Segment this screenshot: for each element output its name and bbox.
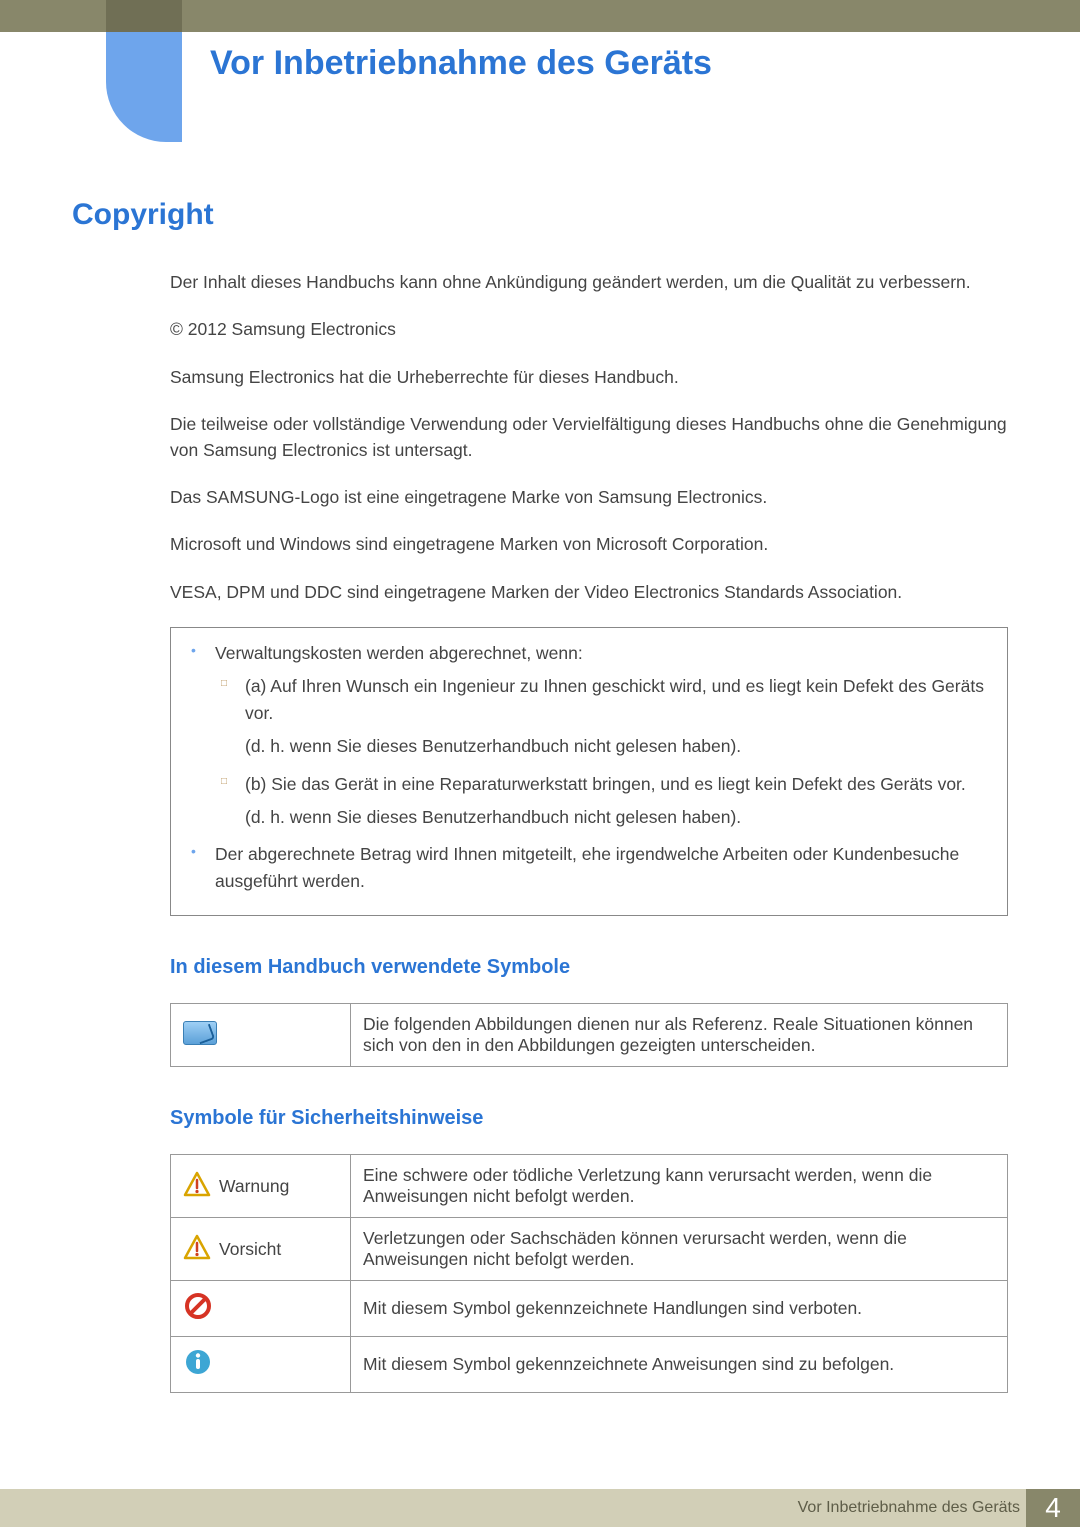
warning-triangle-icon	[183, 1171, 211, 1202]
table-row: Mit diesem Symbol gekennzeichnete Handlu…	[171, 1281, 1008, 1337]
page-number: 4	[1026, 1489, 1080, 1527]
symbol-cell: Warnung	[171, 1155, 351, 1218]
list-item-text: Verwaltungskosten werden abgerechnet, we…	[215, 643, 583, 663]
subsection-safety-symbols: Symbole für Sicherheitshinweise	[170, 1107, 1008, 1130]
symbol-description: Mit diesem Symbol gekennzeichnete Handlu…	[351, 1281, 1008, 1337]
paragraph: Microsoft und Windows sind eingetragene …	[170, 532, 1008, 557]
paragraph: © 2012 Samsung Electronics	[170, 317, 1008, 342]
list-item: (b) Sie das Gerät in eine Reparaturwerks…	[215, 771, 993, 831]
table-row: Mit diesem Symbol gekennzeichnete Anweis…	[171, 1337, 1008, 1393]
info-follow-icon	[183, 1347, 213, 1382]
symbol-description: Eine schwere oder tödliche Verletzung ka…	[351, 1155, 1008, 1218]
symbol-description: Die folgenden Abbildungen dienen nur als…	[351, 1004, 1008, 1067]
list-item-extra: (d. h. wenn Sie dieses Benutzerhandbuch …	[245, 733, 993, 760]
safety-symbols-table: Warnung Eine schwere oder tödliche Verle…	[170, 1154, 1008, 1393]
warning-label: Warnung	[219, 1176, 289, 1197]
symbol-description: Mit diesem Symbol gekennzeichnete Anweis…	[351, 1337, 1008, 1393]
symbol-cell	[171, 1004, 351, 1067]
list-item-text: (b) Sie das Gerät in eine Reparaturwerks…	[245, 774, 966, 794]
prohibit-icon	[183, 1291, 213, 1326]
paragraph: Samsung Electronics hat die Urheberrecht…	[170, 365, 1008, 390]
paragraph: Die teilweise oder vollständige Verwendu…	[170, 412, 1008, 463]
section-title-copyright: Copyright	[72, 198, 214, 232]
subsection-symbols-used: In diesem Handbuch verwendete Symbole	[170, 956, 1008, 979]
list-item-text: Der abgerechnete Betrag wird Ihnen mitge…	[215, 844, 959, 891]
caution-label: Vorsicht	[219, 1239, 281, 1260]
paragraph: VESA, DPM und DDC sind eingetragene Mark…	[170, 580, 1008, 605]
table-row: Vorsicht Verletzungen oder Sachschäden k…	[171, 1218, 1008, 1281]
list-item-extra: (d. h. wenn Sie dieses Benutzerhandbuch …	[245, 804, 993, 831]
list-item: (a) Auf Ihren Wunsch ein Ingenieur zu Ih…	[215, 673, 993, 760]
list-item: Der abgerechnete Betrag wird Ihnen mitge…	[185, 841, 993, 895]
paragraph: Der Inhalt dieses Handbuchs kann ohne An…	[170, 270, 1008, 295]
symbol-cell	[171, 1281, 351, 1337]
chapter-title: Vor Inbetriebnahme des Geräts	[210, 44, 712, 83]
chapter-tab	[106, 32, 182, 142]
list-item-text: (a) Auf Ihren Wunsch ein Ingenieur zu Ih…	[245, 676, 984, 723]
paragraph: Das SAMSUNG-Logo ist eine eingetragene M…	[170, 485, 1008, 510]
footer-bar: Vor Inbetriebnahme des Geräts	[0, 1489, 1080, 1527]
symbols-reference-table: Die folgenden Abbildungen dienen nur als…	[170, 1003, 1008, 1067]
symbol-cell	[171, 1337, 351, 1393]
footer-chapter-label: Vor Inbetriebnahme des Geräts	[798, 1489, 1020, 1527]
content-area: Der Inhalt dieses Handbuchs kann ohne An…	[170, 270, 1008, 1433]
symbol-description: Verletzungen oder Sachschäden können ver…	[351, 1218, 1008, 1281]
list-item: Verwaltungskosten werden abgerechnet, we…	[185, 640, 993, 831]
admin-fee-note-box: Verwaltungskosten werden abgerechnet, we…	[170, 627, 1008, 916]
caution-triangle-icon	[183, 1234, 211, 1265]
header-bar-accent	[106, 0, 182, 32]
table-row: Warnung Eine schwere oder tödliche Verle…	[171, 1155, 1008, 1218]
table-row: Die folgenden Abbildungen dienen nur als…	[171, 1004, 1008, 1067]
symbol-cell: Vorsicht	[171, 1218, 351, 1281]
reference-hand-icon	[183, 1021, 217, 1045]
